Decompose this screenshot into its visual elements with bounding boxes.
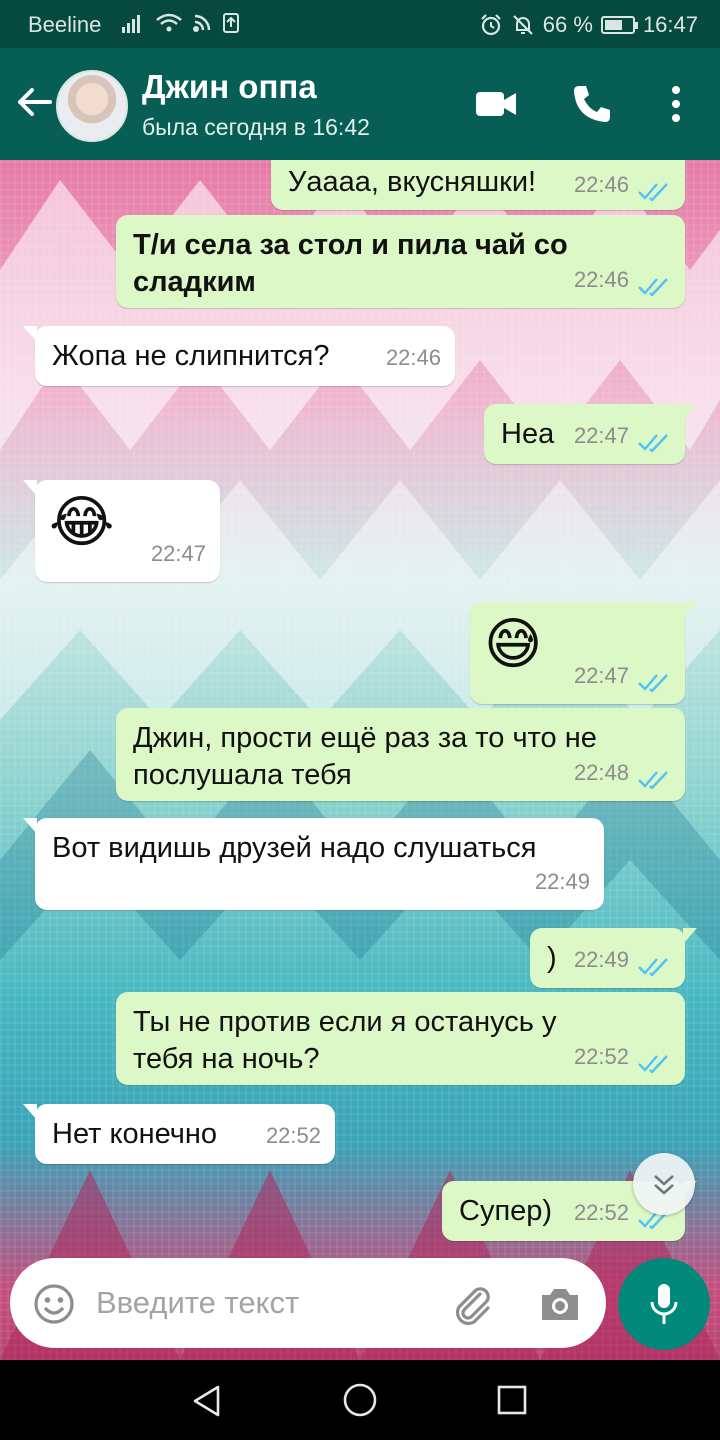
- last-seen-status: была сегодня в 16:42: [142, 114, 370, 140]
- carrier-name: Beeline: [28, 12, 102, 37]
- message-time: 22:47: [573, 423, 629, 448]
- message-time: 22:52: [265, 1123, 321, 1148]
- chat-area[interactable]: Уаааа, вкусняшки! 22:46 Т/и села за стол…: [0, 160, 720, 1360]
- message-text: Уаааа, вкусняшки!: [288, 166, 537, 198]
- more-vertical-icon[interactable]: [654, 82, 698, 126]
- message-text-line: сладким: [133, 266, 256, 298]
- message-bubble-incoming[interactable]: Жопа не слипнится? 22:46: [23, 326, 455, 386]
- emoji-icon[interactable]: [32, 1282, 76, 1326]
- message-bubble-outgoing[interactable]: Уаааа, вкусняшки! 22:46: [271, 160, 685, 210]
- message-text-line: послушала тебя: [133, 759, 352, 791]
- contact-name[interactable]: Джин оппа: [142, 68, 317, 106]
- message-time: 22:49: [534, 869, 590, 894]
- message-text-line: Джин, прости ещё раз за то что не: [133, 722, 597, 754]
- microphone-icon: [650, 1284, 678, 1324]
- message-text: Супер): [459, 1195, 553, 1227]
- read-ticks-icon: [638, 771, 668, 789]
- message-text-line: тебя на ночь?: [133, 1043, 320, 1075]
- message-text-line: Т/и села за стол и пила чай со: [133, 229, 568, 261]
- message-time: 22:46: [385, 345, 441, 370]
- read-ticks-icon: [638, 183, 668, 201]
- signal-icon: [122, 15, 140, 33]
- arrow-left-icon[interactable]: [14, 82, 54, 122]
- message-bubble-outgoing[interactable]: Ты не против если я останусь у тебя на н…: [116, 992, 685, 1085]
- message-time: 22:49: [573, 947, 629, 972]
- avatar[interactable]: [56, 70, 128, 142]
- alarm-icon: [481, 14, 501, 36]
- nav-recents-icon[interactable]: [496, 1384, 528, 1416]
- read-ticks-icon: [638, 1055, 668, 1073]
- phone-icon[interactable]: [570, 82, 614, 126]
- chevron-double-down-icon: [654, 1175, 674, 1195]
- system-navigation-bar: [0, 1360, 720, 1440]
- voice-record-button[interactable]: [618, 1258, 710, 1350]
- message-text-line: Ты не против если я останусь у: [133, 1006, 557, 1038]
- message-time: 22:46: [573, 267, 629, 292]
- nav-back-icon[interactable]: [190, 1384, 224, 1418]
- message-time: 22:48: [573, 760, 629, 785]
- wifi-icon: [156, 13, 182, 32]
- message-input[interactable]: Введите текст: [96, 1285, 299, 1321]
- tears-of-joy-emoji: 😂: [49, 490, 115, 553]
- message-bubble-outgoing[interactable]: ) 22:49: [530, 928, 697, 988]
- scroll-to-bottom-button[interactable]: [633, 1153, 695, 1215]
- message-time: 22:47: [573, 663, 629, 688]
- message-time: 22:52: [573, 1044, 629, 1069]
- sweat-smile-emoji: 😅: [484, 612, 543, 675]
- nav-home-icon[interactable]: [342, 1382, 378, 1418]
- chat-header: Джин оппа была сегодня в 16:42: [0, 48, 720, 160]
- status-bar: Beeline 66 % 16:47: [0, 0, 720, 48]
- video-call-icon[interactable]: [474, 82, 518, 126]
- paperclip-icon[interactable]: [450, 1282, 494, 1326]
- read-ticks-icon: [638, 958, 668, 976]
- message-text: Вот видишь друзей надо слушаться: [52, 832, 537, 864]
- status-icons-left: [122, 12, 240, 34]
- read-ticks-icon: [638, 434, 668, 452]
- message-bubble-outgoing[interactable]: 😅 22:47: [470, 602, 697, 704]
- message-time: 22:46: [573, 172, 629, 197]
- message-text: Нет конечно: [52, 1118, 218, 1150]
- message-text: Жопа не слипнится?: [52, 340, 330, 372]
- message-time: 22:52: [573, 1200, 629, 1225]
- upload-icon: [223, 13, 239, 33]
- read-ticks-icon: [638, 278, 668, 296]
- battery-percent: 66 %: [542, 12, 593, 37]
- message-time: 22:47: [150, 541, 206, 566]
- status-icons-right: 66 % 16:47: [479, 12, 698, 38]
- mute-bell-icon: [513, 15, 533, 35]
- hotspot-icon: [193, 14, 211, 32]
- message-bubble-outgoing[interactable]: Джин, прости ещё раз за то что не послуш…: [116, 708, 685, 801]
- message-composer: Введите текст: [10, 1258, 606, 1348]
- message-text: Неа: [501, 418, 555, 450]
- read-ticks-icon: [638, 674, 668, 692]
- battery-icon: [600, 16, 638, 34]
- camera-icon[interactable]: [538, 1282, 582, 1326]
- message-bubble-incoming[interactable]: Вот видишь друзей надо слушаться 22:49: [23, 818, 604, 910]
- message-bubble-incoming[interactable]: 😂 22:47: [23, 480, 220, 582]
- message-bubble-outgoing[interactable]: Т/и села за стол и пила чай со сладким 2…: [116, 215, 685, 308]
- message-text: ): [547, 942, 557, 974]
- message-bubble-incoming[interactable]: Нет конечно 22:52: [23, 1104, 335, 1164]
- message-bubble-outgoing[interactable]: Неа 22:47: [484, 404, 697, 464]
- clock: 16:47: [642, 12, 698, 37]
